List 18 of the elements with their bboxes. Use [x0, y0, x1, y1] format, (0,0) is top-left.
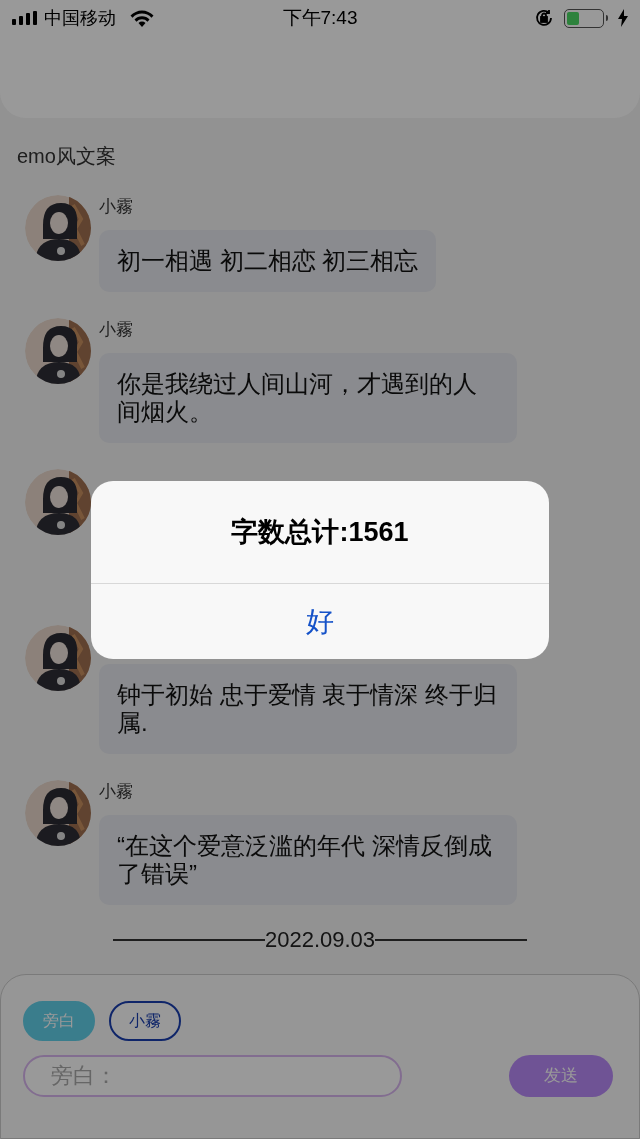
clock-time: 下午7:43 — [281, 5, 359, 30]
page-title: emo风文案 — [17, 144, 117, 169]
signal-icon — [12, 11, 38, 25]
wifi-icon — [130, 9, 154, 27]
carrier-name: 中国移动 — [44, 6, 116, 30]
battery-icon — [564, 8, 608, 28]
sender-name: 小霧 — [99, 320, 133, 340]
sender-name: 小霧 — [99, 197, 133, 217]
message-bubble: 钟于初始 忠于爱情 衷于情深 终于归属. — [99, 664, 517, 754]
message-bubble: 初一相遇 初二相恋 初三相忘 — [99, 230, 437, 292]
sender-name: 小霧 — [99, 782, 133, 802]
alert-message: 字数总计:1561 — [231, 515, 409, 549]
rotation-lock-icon — [534, 8, 554, 28]
date-label: 2022.09.03 — [264, 926, 376, 954]
role-chip[interactable]: 小霧 — [109, 1001, 181, 1041]
message-bubble: “在这个爱意泛滥的年代 深情反倒成了错误” — [99, 815, 517, 905]
ok-button[interactable]: 好 — [91, 584, 549, 659]
message-bubble: 你是我绕过人间山河，才遇到的人间烟火。 — [99, 353, 517, 443]
